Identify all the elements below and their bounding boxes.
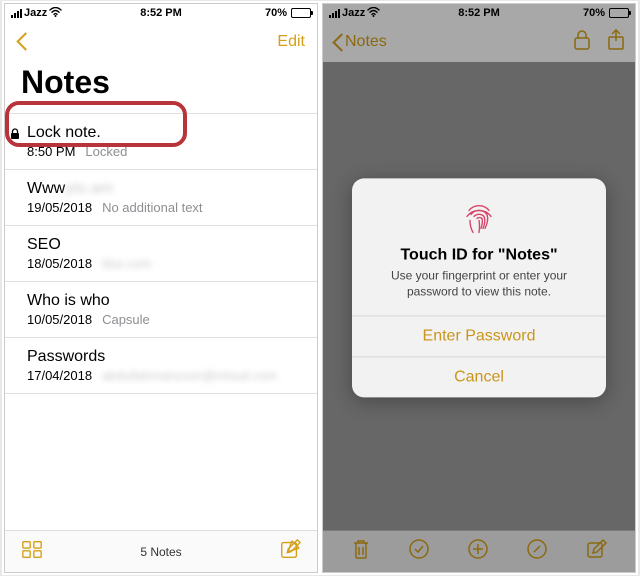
battery-icon (291, 8, 311, 18)
note-row[interactable]: Wwwyto.am 19/05/2018 No additional text (5, 170, 317, 226)
alert-title: Touch ID for "Notes" (368, 246, 590, 264)
notes-count: 5 Notes (140, 545, 181, 559)
note-date: 18/05/2018 (27, 256, 92, 271)
note-title: Lock note. (27, 124, 301, 142)
back-button[interactable] (17, 32, 29, 52)
bottom-toolbar: 5 Notes (5, 530, 317, 572)
note-row[interactable]: Lock note. 8:50 PM Locked (5, 113, 317, 170)
note-row[interactable]: Passwords 17/04/2018 abdullahmanzoor@iclo… (5, 338, 317, 394)
wifi-icon (49, 7, 62, 20)
page-title: Notes (5, 62, 317, 113)
clock: 8:52 PM (111, 7, 211, 19)
phone-notes-list: Jazz 8:52 PM 70% Edit Notes Lock note. (4, 3, 318, 573)
note-subtitle: No additional text (102, 200, 202, 215)
note-subtitle: Capsule (102, 312, 150, 327)
note-subtitle: blur.com (102, 256, 151, 271)
note-date: 8:50 PM (27, 144, 75, 159)
cancel-button[interactable]: Cancel (352, 357, 606, 398)
fingerprint-icon (459, 196, 499, 236)
enter-password-button[interactable]: Enter Password (352, 316, 606, 357)
note-date: 10/05/2018 (27, 312, 92, 327)
note-title: Wwwyto.am (27, 180, 301, 198)
note-date: 19/05/2018 (27, 200, 92, 215)
lock-icon (10, 127, 20, 139)
note-date: 17/04/2018 (27, 368, 92, 383)
edit-button[interactable]: Edit (277, 33, 305, 51)
phone-touch-id-prompt: Jazz 8:52 PM 70% Notes (322, 3, 636, 573)
nav-bar: Edit (5, 22, 317, 62)
signal-icon (11, 9, 22, 18)
note-row[interactable]: Who is who 10/05/2018 Capsule (5, 282, 317, 338)
note-title: Who is who (27, 292, 301, 310)
compose-icon[interactable] (279, 538, 301, 565)
note-title: SEO (27, 236, 301, 254)
touch-id-alert: Touch ID for "Notes" Use your fingerprin… (352, 178, 606, 397)
note-row[interactable]: SEO 18/05/2018 blur.com (5, 226, 317, 282)
alert-message: Use your fingerprint or enter your passw… (368, 268, 590, 299)
status-bar: Jazz 8:52 PM 70% (5, 4, 317, 22)
note-title: Passwords (27, 348, 301, 366)
note-subtitle: abdullahmanzoor@icloud.com (102, 368, 277, 383)
folder-grid-icon[interactable] (21, 538, 43, 565)
note-subtitle: Locked (85, 144, 127, 159)
notes-list: Lock note. 8:50 PM Locked Wwwyto.am 19/05… (5, 113, 317, 530)
carrier-label: Jazz (24, 7, 47, 19)
battery-pct: 70% (265, 7, 287, 19)
